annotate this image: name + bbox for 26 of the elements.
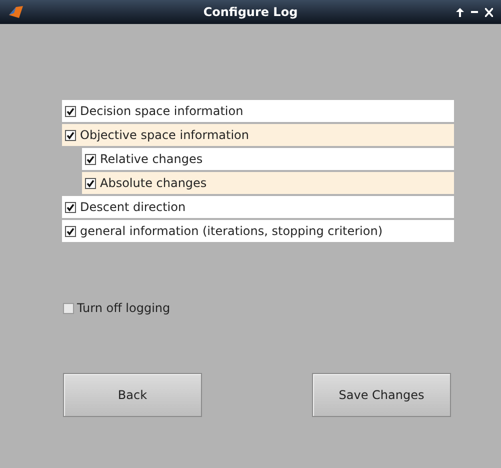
option-row[interactable]: general information (iterations, stopping criterion) <box>62 220 454 242</box>
arrow-up-icon[interactable] <box>456 8 464 16</box>
option-label: Absolute changes <box>100 175 207 192</box>
save-button[interactable]: Save Changes <box>312 373 451 417</box>
close-icon[interactable] <box>485 8 493 16</box>
option-row[interactable]: Absolute changes <box>82 172 454 194</box>
option-label: Decision space information <box>80 103 244 120</box>
option-row[interactable]: Descent direction <box>62 196 454 218</box>
checkbox[interactable] <box>85 154 96 164</box>
app-logo-icon <box>8 4 24 20</box>
checkbox[interactable] <box>65 226 76 236</box>
option-label: Objective space information <box>80 127 249 144</box>
back-button[interactable]: Back <box>63 373 202 417</box>
option-row[interactable]: Relative changes <box>82 148 454 170</box>
option-label: Turn off logging <box>77 300 170 317</box>
option-label: general information (iterations, stopping criterion) <box>80 223 383 240</box>
option-row[interactable]: Objective space information <box>62 124 454 146</box>
option-row[interactable]: Decision space information <box>62 100 454 122</box>
option-label: Descent direction <box>80 199 186 216</box>
window-title: Configure Log <box>203 4 298 21</box>
checkbox[interactable] <box>63 302 74 314</box>
checkbox[interactable] <box>65 130 76 140</box>
option-label: Relative changes <box>100 151 203 168</box>
checkbox[interactable] <box>65 202 76 212</box>
checkbox[interactable] <box>65 106 76 116</box>
checkbox[interactable] <box>85 178 96 188</box>
